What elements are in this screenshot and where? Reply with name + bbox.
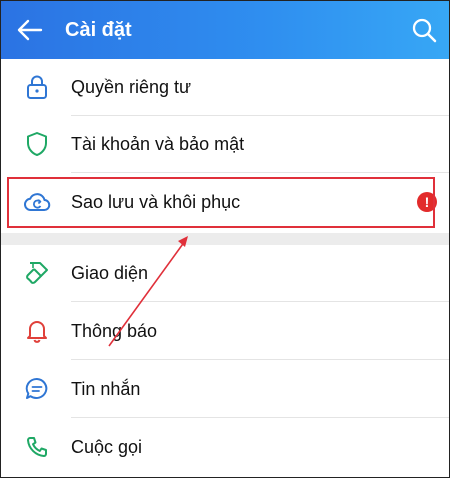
section-gap <box>1 233 449 245</box>
settings-item-notifications[interactable]: Thông báo <box>1 303 449 360</box>
app-bar: Cài đặt <box>1 1 449 59</box>
settings-screen: Cài đặt Quyền riêng tư Tài khoản và bảo … <box>0 0 450 478</box>
page-title: Cài đặt <box>65 19 132 41</box>
divider <box>71 417 449 418</box>
divider <box>71 172 449 173</box>
search-button[interactable] <box>409 15 439 45</box>
cloud-sync-icon <box>23 188 51 216</box>
chat-bubble-icon <box>23 375 51 403</box>
settings-item-appearance[interactable]: Giao diện <box>1 245 449 302</box>
settings-item-label: Thông báo <box>71 321 158 341</box>
back-button[interactable] <box>15 16 45 44</box>
settings-item-messages[interactable]: Tin nhắn <box>1 361 449 418</box>
divider <box>71 359 449 360</box>
lock-icon <box>23 73 51 101</box>
settings-item-backup-restore[interactable]: Sao lưu và khôi phục ! <box>1 174 449 231</box>
divider <box>71 301 449 302</box>
phone-icon <box>23 433 51 461</box>
settings-item-label: Cuộc gọi <box>71 437 143 457</box>
settings-item-account-security[interactable]: Tài khoản và bảo mật <box>1 116 449 173</box>
settings-item-label: Quyền riêng tư <box>71 77 192 97</box>
settings-item-label: Tài khoản và bảo mật <box>71 134 245 154</box>
search-icon <box>412 18 437 43</box>
shield-icon <box>23 130 51 158</box>
settings-item-label: Tin nhắn <box>71 379 141 399</box>
paint-brush-icon <box>23 259 51 287</box>
bell-icon <box>23 317 51 345</box>
settings-item-privacy[interactable]: Quyền riêng tư <box>1 59 449 116</box>
settings-item-label: Giao diện <box>71 263 149 283</box>
arrow-left-icon <box>17 19 43 41</box>
settings-item-label: Sao lưu và khôi phục <box>71 192 241 212</box>
alert-badge: ! <box>417 192 437 212</box>
settings-item-calls[interactable]: Cuộc gọi <box>1 419 449 476</box>
